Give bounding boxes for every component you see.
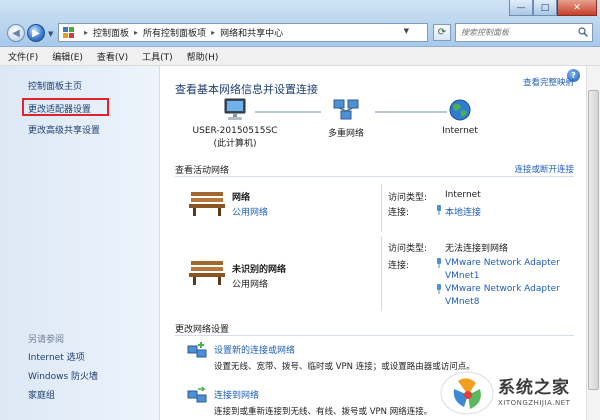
menu-file[interactable]: 文件(F)	[8, 50, 38, 63]
network1-type-link[interactable]: 公用网络	[232, 205, 268, 218]
homegroup-link[interactable]: 家庭组	[28, 388, 55, 401]
breadcrumb-all-items[interactable]: 所有控制面板项	[143, 26, 206, 39]
breadcrumb-separator-icon: ▸	[84, 28, 89, 37]
network2-access-value: 无法连接到网络	[445, 244, 509, 254]
computer-sub-label: (此计算机)	[213, 139, 257, 149]
menu-bar: 文件(F) 编辑(E) 查看(V) 工具(T) 帮助(H)	[0, 47, 600, 66]
plug-icon	[437, 258, 441, 268]
left-pane: 控制面板主页 更改适配器设置 更改高级共享设置 另请参阅 Internet 选项…	[0, 66, 160, 420]
breadcrumb-control-panel[interactable]: 控制面板	[93, 26, 129, 39]
close-button[interactable]: ✕	[557, 0, 597, 16]
setup-new-connection-link[interactable]: 设置新的连接或网络	[214, 343, 295, 356]
breadcrumb-network-center[interactable]: 网络和共享中心	[220, 26, 283, 39]
menu-edit[interactable]: 编辑(E)	[52, 50, 83, 63]
connect-network-icon	[187, 386, 207, 403]
computer-icon	[224, 98, 246, 120]
address-dropdown-chevron-icon[interactable]: ▼	[404, 27, 409, 35]
local-connection-link[interactable]: 本地连接	[445, 205, 481, 218]
vmnet1-adapter-link[interactable]: VMware Network Adapter	[445, 258, 560, 268]
network1-name: 网络	[232, 193, 251, 203]
search-icon[interactable]	[578, 27, 588, 37]
search-input[interactable]	[461, 28, 571, 37]
column-divider	[381, 184, 382, 232]
network1-access-value: Internet	[445, 190, 481, 200]
search-box[interactable]	[455, 23, 593, 42]
internet-options-link[interactable]: Internet 选项	[28, 350, 85, 363]
watermark-text: 系统之家	[498, 378, 570, 398]
plug-icon	[437, 284, 441, 294]
new-connection-icon	[187, 342, 207, 358]
control-panel-icon	[63, 26, 75, 39]
plug-icon	[437, 205, 441, 215]
multiple-networks-icon	[333, 99, 359, 120]
watermark-subtext: XITONGZHIJIA.NET	[498, 399, 571, 407]
network2-conn-label: 连接:	[388, 261, 410, 271]
bench-icon	[189, 261, 225, 285]
menu-tools[interactable]: 工具(T)	[142, 50, 173, 63]
page-title: 查看基本网络信息并设置连接	[175, 83, 318, 96]
vmnet8-adapter-link[interactable]: VMware Network Adapter	[445, 284, 560, 294]
recent-pages-chevron-icon[interactable]: ▼	[48, 30, 53, 38]
multi-network-label: 多重网络	[327, 129, 364, 139]
connect-to-network-desc: 连接到或重新连接到无线、有线、拨号或 VPN 网络连接。	[214, 407, 433, 417]
site-watermark: 系统之家 XITONGZHIJIA.NET	[436, 366, 600, 420]
back-button[interactable]: ◀	[7, 24, 25, 42]
network2-type: 公用网络	[232, 280, 269, 290]
menu-help[interactable]: 帮助(H)	[187, 50, 219, 63]
internet-node: Internet	[427, 98, 493, 136]
scrollbar-thumb[interactable]	[588, 90, 599, 390]
advanced-sharing-settings-link[interactable]: 更改高级共享设置	[28, 123, 100, 136]
bench-icon	[189, 192, 225, 216]
see-also-heading: 另请参阅	[28, 335, 65, 345]
title-bar: — □ ✕ ◀ ▶ ▼ ▸ 控制面板 ▸ 所有控制面板项 ▸ 网络和共享中心 ▼…	[0, 0, 600, 47]
section-divider	[175, 176, 574, 177]
globe-icon	[449, 99, 471, 121]
refresh-button[interactable]: ⟳	[433, 24, 451, 41]
window-controls: — □ ✕	[509, 0, 597, 16]
connect-to-network-link[interactable]: 连接到网络	[214, 388, 259, 401]
multi-network-node: 多重网络	[311, 98, 381, 139]
forward-button[interactable]: ▶	[27, 24, 45, 42]
change-settings-heading: 更改网络设置	[175, 325, 230, 335]
internet-label: Internet	[442, 126, 478, 136]
see-full-map-link[interactable]: 查看完整映射	[523, 76, 574, 88]
computer-node: USER-20150515SC (此计算机)	[185, 98, 285, 149]
forward-arrow-icon: ▶	[32, 27, 40, 39]
vmnet1-name-link[interactable]: VMnet1	[445, 271, 479, 281]
breadcrumb-separator-icon[interactable]: ▸	[211, 28, 215, 37]
menu-view[interactable]: 查看(V)	[97, 50, 128, 63]
windows-firewall-link[interactable]: Windows 防火墙	[28, 369, 98, 382]
address-bar[interactable]: ▸ 控制面板 ▸ 所有控制面板项 ▸ 网络和共享中心 ▼	[58, 23, 428, 42]
vmnet8-name-link[interactable]: VMnet8	[445, 297, 479, 307]
back-arrow-icon: ◀	[12, 27, 20, 39]
network2-name: 未识别的网络	[232, 265, 287, 275]
active-networks-heading: 查看活动网络	[175, 166, 230, 176]
network1-access-label: 访问类型:	[388, 193, 428, 203]
watermark-logo-icon	[440, 371, 494, 415]
refresh-icon: ⟳	[437, 27, 447, 38]
breadcrumb-separator-icon[interactable]: ▸	[134, 28, 138, 37]
computer-name: USER-20150515SC	[192, 126, 278, 136]
column-divider	[381, 236, 382, 311]
network1-conn-label: 连接:	[388, 208, 410, 218]
connect-disconnect-link[interactable]: 连接或断开连接	[514, 163, 574, 175]
section-divider	[175, 335, 574, 336]
change-adapter-settings-link[interactable]: 更改适配器设置	[28, 102, 91, 115]
control-panel-home-link[interactable]: 控制面板主页	[28, 79, 82, 92]
network2-access-label: 访问类型:	[388, 244, 428, 254]
maximize-button[interactable]: □	[533, 0, 557, 16]
minimize-button[interactable]: —	[509, 0, 533, 16]
